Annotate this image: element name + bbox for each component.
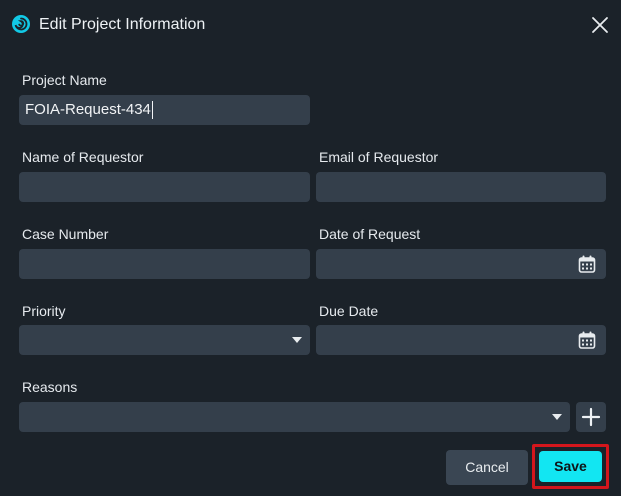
due-date-input[interactable] [316,325,606,355]
priority-select[interactable] [19,325,310,355]
close-icon[interactable] [589,14,611,36]
add-reason-button[interactable] [576,402,606,432]
dialog-title: Edit Project Information [39,16,206,33]
date-of-request-label: Date of Request [319,226,421,242]
requestor-name-label: Name of Requestor [22,149,144,165]
calendar-icon[interactable] [577,254,597,274]
save-button-highlight: Save [532,444,609,489]
cancel-button[interactable]: Cancel [446,450,528,485]
dialog-titlebar: Edit Project Information [0,0,621,52]
reasons-select[interactable] [19,402,570,432]
project-name-value: FOIA-Request-434 [25,101,151,118]
reasons-label: Reasons [22,379,78,395]
chevron-down-icon [292,337,302,343]
case-number-input[interactable] [19,249,310,279]
save-button[interactable]: Save [539,451,602,482]
project-name-input[interactable]: FOIA-Request-434 [19,95,310,125]
case-number-label: Case Number [22,226,109,242]
requestor-email-label: Email of Requestor [319,149,439,165]
date-of-request-input[interactable] [316,249,606,279]
project-name-label: Project Name [22,72,107,88]
priority-label: Priority [22,303,66,319]
chevron-down-icon [552,414,562,420]
calendar-icon[interactable] [577,330,597,350]
text-caret [151,101,153,120]
edit-project-dialog: Edit Project Information Project Name FO… [0,0,621,496]
due-date-label: Due Date [319,303,379,319]
requestor-email-input[interactable] [316,172,606,202]
plus-icon [581,407,601,427]
requestor-name-input[interactable] [19,172,310,202]
swirl-logo-icon [11,14,31,34]
